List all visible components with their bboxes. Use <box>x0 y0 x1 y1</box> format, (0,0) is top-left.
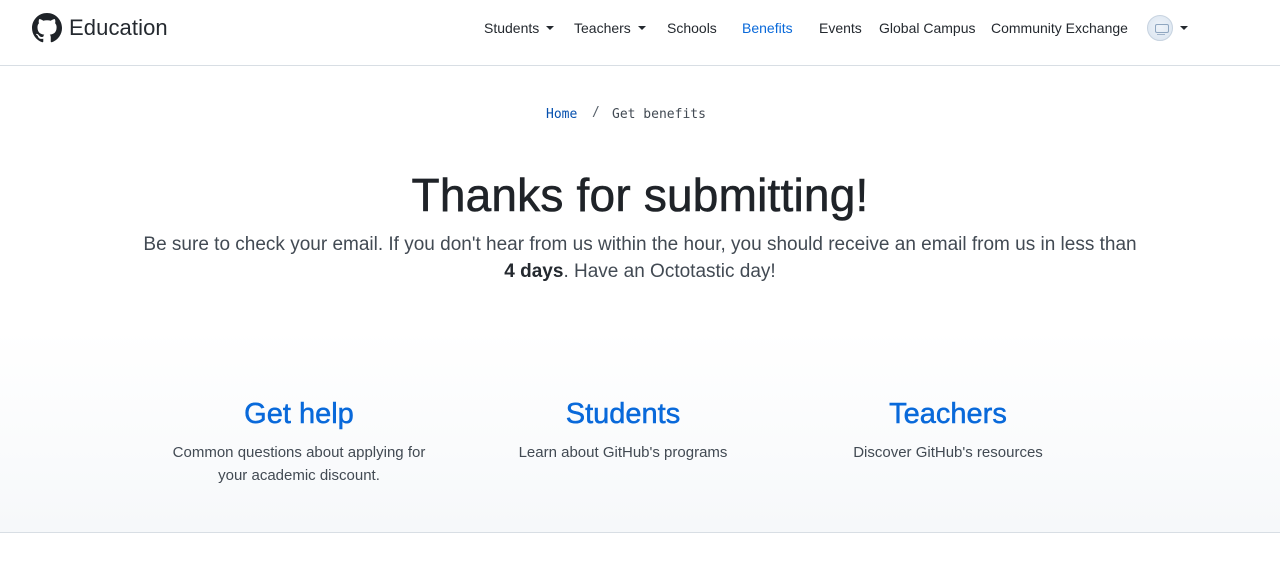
teachers-link[interactable]: Teachers <box>798 396 1098 432</box>
message-text-end: . Have an Octotastic day! <box>563 261 776 282</box>
breadcrumb: Home / Get benefits <box>0 105 1280 125</box>
user-avatar <box>1147 15 1173 41</box>
nav-community-exchange-label: Community Exchange <box>991 20 1128 36</box>
nav-schools-label: Schools <box>667 20 717 36</box>
nav-students-label: Students <box>484 20 540 36</box>
caret-down-icon <box>546 26 555 30</box>
message-bold-duration: 4 days <box>504 261 564 282</box>
brand-name: Education <box>69 15 168 40</box>
nav-benefits-label: Benefits <box>742 20 793 36</box>
brand-logo-link[interactable]: Education <box>32 13 168 43</box>
page-title: Thanks for submitting! <box>411 169 869 222</box>
caret-down-icon <box>637 26 646 30</box>
chevron-down-icon <box>1180 26 1188 30</box>
help-links-section: Get help Common questions about applying… <box>0 330 1280 533</box>
students-link[interactable]: Students <box>473 396 773 432</box>
nav-benefits[interactable]: Benefits <box>742 17 793 39</box>
site-header: Education Students Teachers Schools Bene… <box>0 0 1280 66</box>
nav-events[interactable]: Events <box>819 17 862 39</box>
teachers-card: Teachers Discover GitHub's resources <box>798 396 1098 464</box>
breadcrumb-home-link[interactable]: Home <box>546 107 577 122</box>
breadcrumb-separator: / <box>592 105 600 120</box>
get-help-link[interactable]: Get help <box>149 396 449 432</box>
nav-schools[interactable]: Schools <box>667 17 717 39</box>
user-menu-button[interactable] <box>1147 15 1188 41</box>
confirmation-message: Be sure to check your email. If you don'… <box>140 231 1140 285</box>
github-mark-icon <box>32 13 62 43</box>
nav-teachers-label: Teachers <box>574 20 631 36</box>
message-text-start: Be sure to check your email. If you don'… <box>143 234 1137 255</box>
nav-teachers[interactable]: Teachers <box>574 17 646 39</box>
nav-global-campus[interactable]: Global Campus <box>879 17 976 39</box>
nav-global-campus-label: Global Campus <box>879 20 976 36</box>
get-help-description: Common questions about applying for your… <box>172 444 426 484</box>
get-help-card: Get help Common questions about applying… <box>149 396 449 487</box>
nav-events-label: Events <box>819 20 862 36</box>
students-description: Learn about GitHub's programs <box>518 444 728 461</box>
teachers-description: Discover GitHub's resources <box>853 444 1043 461</box>
breadcrumb-current: Get benefits <box>612 107 706 122</box>
nav-students[interactable]: Students <box>484 17 555 39</box>
nav-community-exchange[interactable]: Community Exchange <box>991 17 1128 39</box>
students-card: Students Learn about GitHub's programs <box>473 396 773 464</box>
